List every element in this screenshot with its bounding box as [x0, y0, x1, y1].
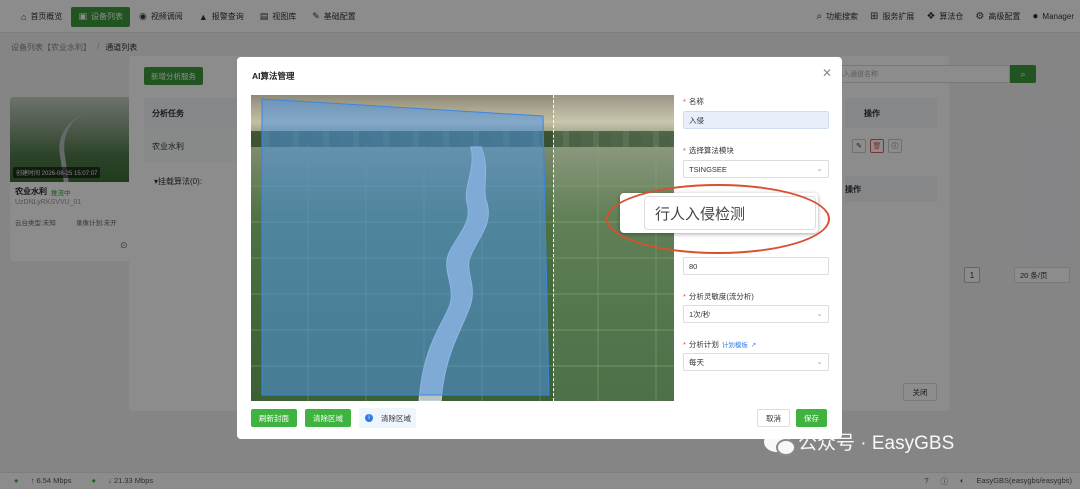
cancel-button[interactable]: 取消: [757, 409, 790, 427]
close-icon[interactable]: ✕: [822, 66, 832, 80]
plan-select-value: 每天: [689, 357, 704, 367]
plan-label: * 分析计划 计划模板 ↗: [683, 340, 757, 349]
clear-region-hint: i 清除区域: [359, 408, 416, 428]
plan-template-link[interactable]: 计划模板: [722, 342, 748, 349]
clear-region-button[interactable]: 清除区域: [305, 409, 351, 427]
plan-label-text: 分析计划: [688, 340, 719, 349]
wechat-icon: [764, 431, 796, 456]
module-label-text: 选择算法模块: [688, 146, 734, 155]
name-input[interactable]: 入侵: [683, 111, 829, 129]
sensitivity-label: * 分析灵敏度(流分析): [683, 292, 754, 301]
watermark-text: 公众号 · EasyGBS: [798, 433, 955, 454]
refresh-cover-button[interactable]: 刷新封面: [251, 409, 297, 427]
detection-region-polygon[interactable]: [261, 98, 550, 396]
video-preview[interactable]: [251, 95, 674, 401]
plan-select[interactable]: 每天 ⌄: [683, 353, 829, 371]
info-icon: i: [365, 414, 373, 422]
dialog-title: AI算法管理: [252, 71, 295, 81]
chevron-down-icon: ⌄: [816, 357, 823, 366]
wechat-watermark: 公众号 · EasyGBS: [764, 428, 955, 456]
module-select[interactable]: TSINGSEE ⌄: [683, 160, 829, 178]
threshold-input[interactable]: 80: [683, 257, 829, 275]
name-label: * 名称: [683, 97, 704, 106]
module-label: * 选择算法模块: [683, 146, 734, 155]
sensitivity-select[interactable]: 1次/秒 ⌄: [683, 305, 829, 323]
chevron-down-icon: ⌄: [816, 309, 823, 318]
chevron-down-icon: ⌄: [816, 164, 823, 173]
sensitivity-select-value: 1次/秒: [689, 309, 711, 319]
name-label-text: 名称: [688, 97, 704, 106]
highlight-ellipse: [606, 184, 830, 254]
save-button[interactable]: 保存: [796, 409, 827, 427]
external-link-icon[interactable]: ↗: [751, 342, 756, 349]
hint-text: 清除区域: [381, 413, 411, 423]
module-select-value: TSINGSEE: [689, 164, 727, 174]
sensitivity-label-text: 分析灵敏度(流分析): [688, 292, 754, 301]
